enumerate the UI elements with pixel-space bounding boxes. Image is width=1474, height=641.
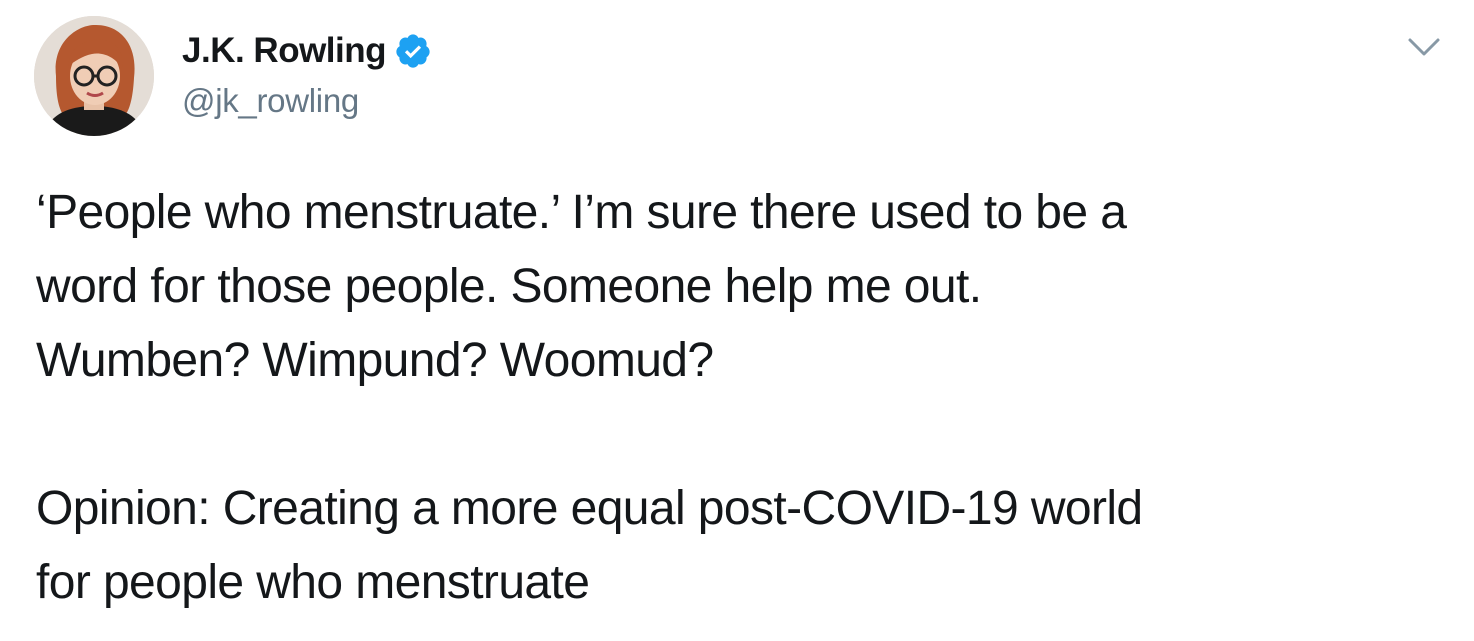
tweet-text-line: Wumben? Wimpund? Woomud? <box>36 334 714 387</box>
tweet-text: ‘People who menstruate.’ I’m sure there … <box>36 176 1456 620</box>
avatar-image <box>34 16 154 136</box>
tweet-text-line: ‘People who menstruate.’ I’m sure there … <box>36 186 1127 239</box>
author-handle[interactable]: @jk_rowling <box>182 80 359 122</box>
tweet-text-line: word for those people. Someone help me o… <box>36 260 982 313</box>
tweet-card: J.K. Rowling @jk_rowling ‘People who men… <box>0 0 1474 641</box>
tweet-text-line: Opinion: Creating a more equal post-COVI… <box>36 482 1143 535</box>
tweet-text-spacer <box>36 398 1456 472</box>
tweet-text-line: for people who menstruate <box>36 556 590 609</box>
avatar[interactable] <box>34 16 154 136</box>
verified-badge-icon <box>394 32 432 70</box>
chevron-down-icon[interactable] <box>1406 34 1442 60</box>
author-display-name[interactable]: J.K. Rowling <box>182 28 387 74</box>
author-name-row: J.K. Rowling <box>182 28 432 74</box>
